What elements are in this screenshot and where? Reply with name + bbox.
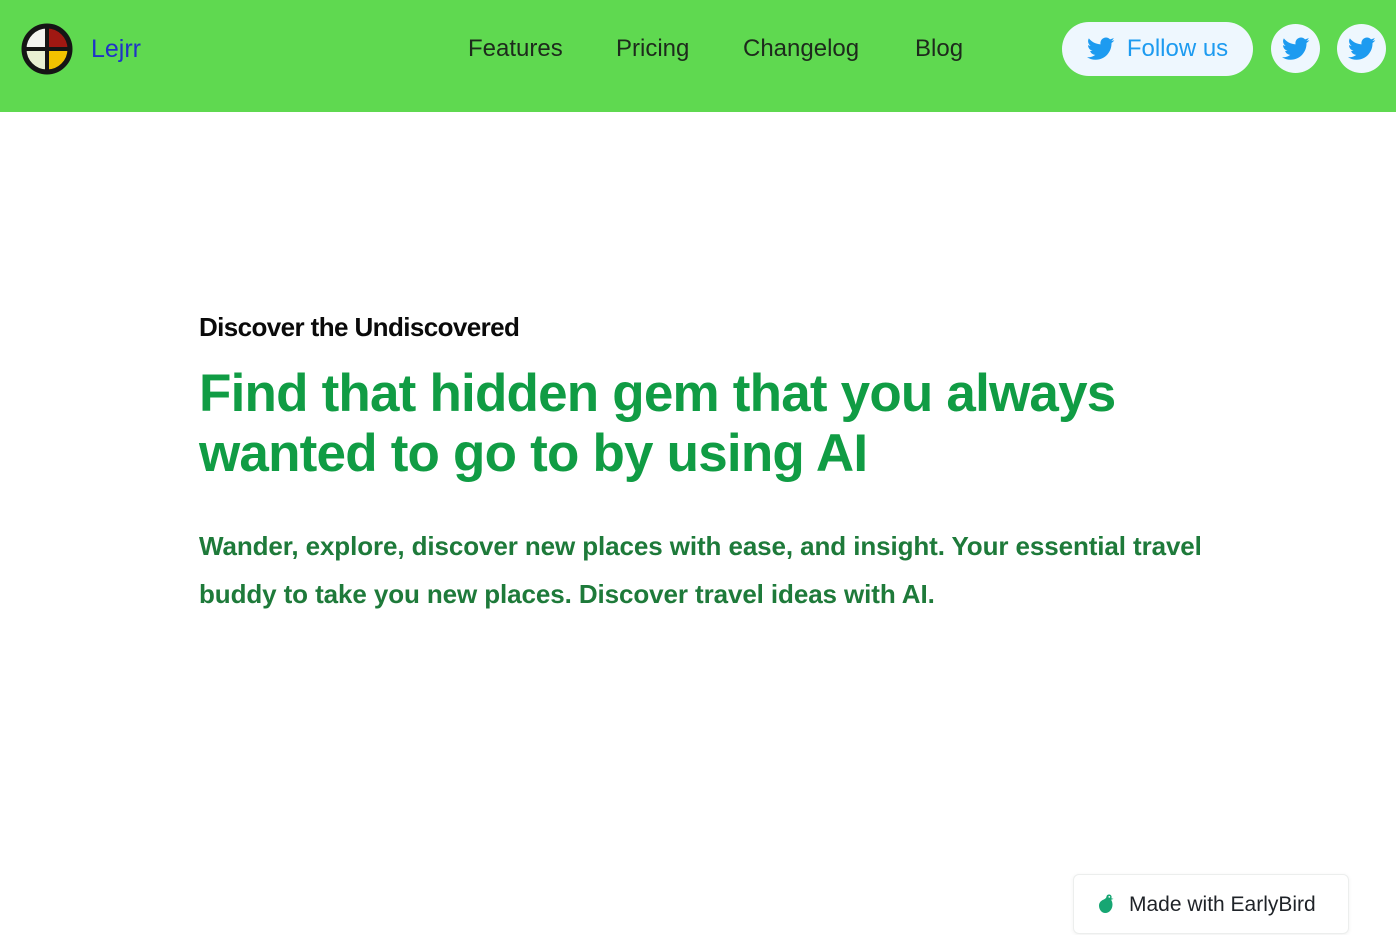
twitter-icon [1347, 36, 1376, 60]
follow-us-label: Follow us [1126, 35, 1229, 62]
twitter-link-button-2[interactable] [1337, 24, 1386, 73]
made-with-earlybird-badge[interactable]: Made with EarlyBird [1073, 874, 1349, 934]
brand-link[interactable]: Lejrr [20, 22, 141, 76]
nav-blog[interactable]: Blog [915, 34, 963, 64]
hero-headline: Find that hidden gem that you always wan… [199, 364, 1116, 483]
hero-subheadline: Wander, explore, discover new places wit… [199, 531, 1202, 609]
follow-us-button[interactable]: Follow us [1062, 22, 1253, 76]
twitter-link-button[interactable] [1271, 24, 1320, 73]
made-with-label: Made with EarlyBird [1129, 892, 1316, 916]
hero-eyebrow: Discover the Undiscovered [199, 312, 520, 342]
hero-section: Discover the Undiscovered Find that hidd… [199, 310, 1209, 618]
twitter-icon [1086, 37, 1115, 60]
top-navbar: Lejrr Features Pricing Changelog Blog Fo… [0, 0, 1396, 112]
nav-changelog[interactable]: Changelog [743, 34, 859, 64]
nav-features[interactable]: Features [468, 34, 563, 64]
brand-logo-icon [21, 23, 73, 75]
brand-name: Lejrr [91, 34, 142, 63]
twitter-icon [1281, 36, 1310, 60]
earlybird-icon [1099, 894, 1114, 913]
nav-pricing[interactable]: Pricing [616, 34, 689, 64]
